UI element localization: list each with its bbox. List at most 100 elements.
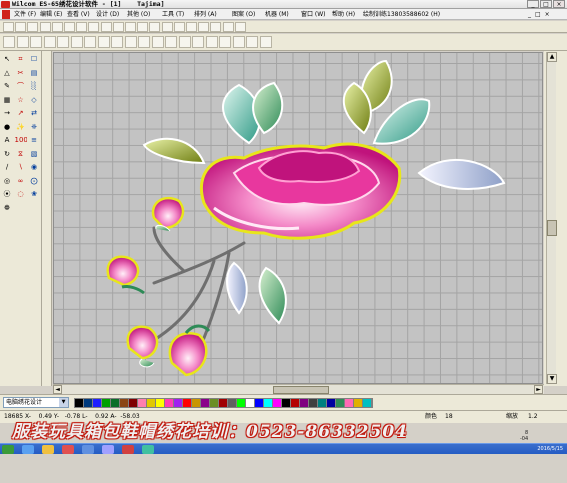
menu-pattern[interactable]: 图案 (O) xyxy=(230,9,257,20)
color-swatch[interactable] xyxy=(318,399,327,407)
column-tool-icon[interactable] xyxy=(192,36,204,48)
menu-design[interactable]: 设计 (D) xyxy=(94,9,121,20)
menu-file[interactable]: 文件 (F) xyxy=(12,9,38,20)
toolbox-tool-icon[interactable]: ▦ xyxy=(1,95,13,106)
toolbox-tool-icon[interactable]: ☐ xyxy=(28,54,40,65)
color-swatch[interactable] xyxy=(345,399,354,407)
start-icon[interactable] xyxy=(2,445,14,454)
toolbox-tool-icon[interactable]: A xyxy=(1,135,13,146)
border-tool-icon[interactable] xyxy=(178,36,191,48)
tatami-tool-icon[interactable] xyxy=(97,36,110,48)
toolbox-tool-icon[interactable]: ⦿ xyxy=(1,189,13,200)
auto-tool-icon[interactable] xyxy=(232,36,245,48)
appliqué-tool-icon[interactable] xyxy=(165,36,177,48)
toolbox-tool-icon[interactable]: ◇ xyxy=(28,95,40,106)
document-icon[interactable] xyxy=(2,10,10,19)
app-icon[interactable] xyxy=(1,1,10,8)
color-swatch[interactable] xyxy=(156,399,165,407)
run-tool-icon[interactable] xyxy=(111,36,123,48)
horizontal-scroll-thumb[interactable] xyxy=(273,386,329,394)
design-mode-select[interactable]: 电脑绣花设计 ▼ xyxy=(3,397,69,408)
menu-edit[interactable]: 编辑 (E) xyxy=(38,9,64,20)
menu-help[interactable]: 帮助 (H) xyxy=(330,9,357,20)
toolbox-tool-icon[interactable]: ░ xyxy=(28,81,40,92)
zoom-icon[interactable] xyxy=(112,22,124,32)
view-icon[interactable] xyxy=(161,22,173,32)
color-swatch[interactable] xyxy=(237,399,246,407)
color-swatch[interactable] xyxy=(201,399,210,407)
cut-icon[interactable] xyxy=(51,22,63,32)
fill-tool-icon[interactable] xyxy=(70,36,83,48)
monogram-tool-icon[interactable] xyxy=(151,36,164,48)
menu-window[interactable]: 窗口 (W) xyxy=(299,9,328,20)
color-swatch[interactable] xyxy=(111,399,120,407)
color-swatch[interactable] xyxy=(273,399,282,407)
lettering-tool-icon[interactable] xyxy=(138,36,150,48)
toolbox-tool-icon[interactable]: ∞ xyxy=(15,176,27,187)
color-swatch[interactable] xyxy=(228,399,237,407)
color-swatch[interactable] xyxy=(138,399,147,407)
measure-icon[interactable] xyxy=(137,22,149,32)
color-swatch[interactable] xyxy=(120,399,129,407)
line-tool-icon[interactable] xyxy=(43,36,56,48)
menu-tools[interactable]: 工具 (T) xyxy=(160,9,186,20)
undo-icon[interactable] xyxy=(88,22,100,32)
hoop-icon[interactable] xyxy=(198,22,210,32)
menu-training[interactable]: 绘制训练13803588602 (H) xyxy=(361,9,442,20)
menu-other[interactable]: 其他 (O) xyxy=(125,9,152,20)
toolbox-tool-icon[interactable]: → xyxy=(1,108,13,119)
copy-icon[interactable] xyxy=(64,22,75,32)
color-swatch[interactable] xyxy=(300,399,309,407)
toolbox-tool-icon[interactable]: ∕ xyxy=(1,162,13,173)
color-swatch[interactable] xyxy=(246,399,255,407)
minimize-button[interactable]: _ xyxy=(527,0,539,8)
color-swatch[interactable] xyxy=(282,399,291,407)
menu-arrange[interactable]: 排列 (A) xyxy=(192,9,219,20)
toolbox-tool-icon[interactable]: ✎ xyxy=(1,81,13,92)
toolbox-tool-icon[interactable]: ✨ xyxy=(15,122,27,133)
toolbox-tool-icon[interactable]: ≡ xyxy=(28,135,40,146)
color-swatch[interactable] xyxy=(219,399,228,407)
toolbox-tool-icon[interactable]: ↖ xyxy=(1,54,13,65)
color-swatch[interactable] xyxy=(129,399,138,407)
color-swatch[interactable] xyxy=(291,399,300,407)
color-swatch[interactable] xyxy=(102,399,111,407)
toolbox-tool-icon[interactable]: ✂ xyxy=(15,68,27,79)
color-swatch[interactable] xyxy=(309,399,318,407)
color-swatch[interactable] xyxy=(327,399,336,407)
toolbox-tool-icon[interactable]: ⨀ xyxy=(28,176,40,187)
grid-icon[interactable] xyxy=(125,22,136,32)
toolbox-tool-icon[interactable]: ☆ xyxy=(15,95,27,106)
color-swatch[interactable] xyxy=(363,399,372,407)
color-swatch[interactable] xyxy=(336,399,345,407)
3d-icon[interactable] xyxy=(173,22,185,32)
satin-tool-icon[interactable] xyxy=(84,36,96,48)
info-icon[interactable] xyxy=(234,22,246,32)
color-swatch[interactable] xyxy=(174,399,183,407)
taskbar-folder-icon[interactable] xyxy=(42,445,54,454)
taskbar-browser-icon[interactable] xyxy=(82,445,94,454)
run-icon[interactable] xyxy=(222,22,234,32)
toolbox-tool-icon[interactable]: ⌗ xyxy=(15,54,27,65)
toolbox-tool-icon[interactable]: ∖ xyxy=(15,162,27,173)
node-tool-icon[interactable] xyxy=(30,36,42,48)
reshape-tool-icon[interactable] xyxy=(16,36,29,48)
redo-icon[interactable] xyxy=(100,22,112,32)
curve-tool-icon[interactable] xyxy=(57,36,69,48)
toolbox-tool-icon[interactable]: ❀ xyxy=(28,189,40,200)
color-swatch[interactable] xyxy=(210,399,219,407)
vertical-scroll-thumb[interactable] xyxy=(547,220,557,236)
toolbox-tool-icon[interactable]: ▤ xyxy=(28,68,40,79)
taskbar-misc-icon[interactable] xyxy=(142,445,154,454)
save-icon[interactable] xyxy=(27,22,39,32)
hole-tool-icon[interactable] xyxy=(205,36,218,48)
scroll-up-icon[interactable]: ▲ xyxy=(547,52,557,62)
vertical-scrollbar[interactable]: ▲ ▼ xyxy=(546,52,557,384)
toolbox-tool-icon[interactable]: ▧ xyxy=(28,149,40,160)
color-swatch[interactable] xyxy=(75,399,84,407)
close-button[interactable]: × xyxy=(553,0,565,8)
color-swatch[interactable] xyxy=(93,399,102,407)
toolbox-tool-icon[interactable]: ◉ xyxy=(28,162,40,173)
design-canvas[interactable] xyxy=(53,52,543,384)
toolbox-tool-icon[interactable]: ❁ xyxy=(1,203,13,214)
